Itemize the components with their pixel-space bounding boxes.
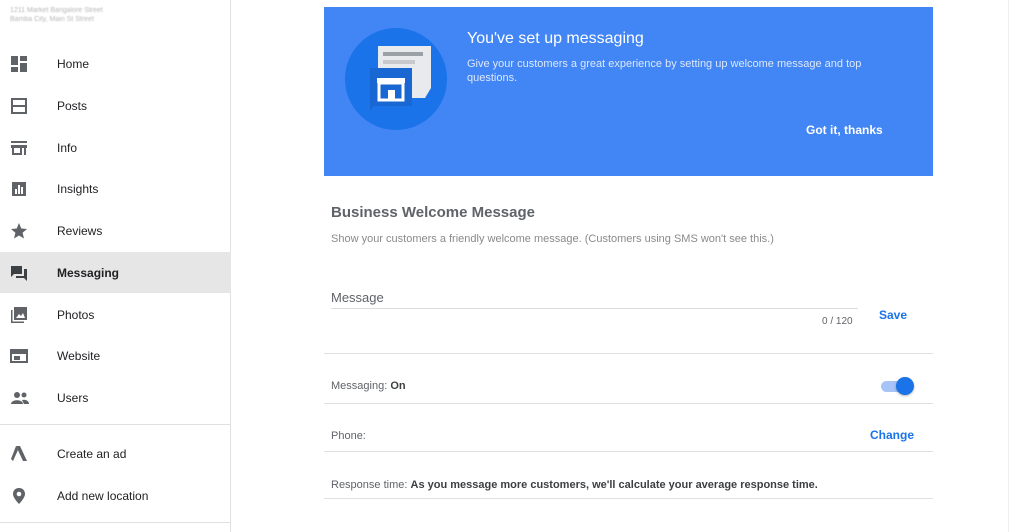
star-icon [10, 222, 28, 240]
sidebar-item-label: Users [57, 390, 89, 405]
sidebar-item-insights[interactable]: Insights [0, 168, 231, 209]
row-divider [324, 498, 933, 499]
users-icon [10, 389, 29, 407]
sidebar-item-photos[interactable]: Photos [0, 294, 231, 335]
photos-icon [10, 306, 28, 324]
messaging-illustration-icon [345, 28, 447, 130]
response-time-label: Response time: [331, 479, 408, 491]
posts-icon [10, 97, 28, 115]
dashboard-icon [10, 55, 28, 73]
sidebar-item-label: Posts [57, 98, 88, 113]
sidebar-item-label: Add new location [57, 488, 149, 503]
insights-icon [10, 180, 28, 198]
phone-label: Phone: [331, 430, 366, 442]
messaging-label: Messaging: [331, 380, 388, 392]
row-divider [324, 353, 933, 354]
sidebar-item-label: Reviews [57, 223, 103, 238]
got-it-button[interactable]: Got it, thanks [806, 123, 883, 137]
setup-banner: You've set up messaging Give your custom… [324, 7, 933, 176]
save-button[interactable]: Save [879, 308, 907, 322]
message-input[interactable] [331, 308, 858, 309]
messaging-status: Messaging: On [331, 380, 406, 392]
sidebar-item-users[interactable]: Users [0, 377, 231, 418]
message-field-label[interactable]: Message [331, 290, 384, 305]
banner-title: You've set up messaging [467, 30, 644, 47]
sidebar-item-home[interactable]: Home [0, 43, 231, 84]
banner-subtitle: Give your customers a great experience b… [467, 58, 862, 84]
sidebar-divider [0, 522, 231, 523]
sidebar-item-info[interactable]: Info [0, 127, 231, 168]
sidebar-item-website[interactable]: Website [0, 335, 231, 376]
section-title: Business Welcome Message [331, 204, 535, 221]
section-description: Show your customers a friendly welcome m… [331, 233, 774, 245]
page-edge-divider [1008, 0, 1009, 532]
sidebar-item-label: Messaging [57, 265, 120, 280]
sidebar-item-reviews[interactable]: Reviews [0, 210, 231, 251]
website-icon [10, 347, 28, 365]
character-counter: 0 / 120 [822, 316, 853, 327]
row-divider [324, 451, 933, 452]
messaging-value: On [390, 380, 406, 392]
sidebar-item-posts[interactable]: Posts [0, 85, 231, 126]
toggle-knob [896, 377, 914, 395]
response-time-value: As you message more customers, we'll cal… [410, 479, 818, 491]
messaging-icon [10, 264, 28, 282]
location-pin-icon [10, 487, 28, 505]
business-address: Bamba City, Main St Street [10, 16, 94, 23]
sidebar-item-add-location[interactable]: Add new location [0, 475, 231, 516]
sidebar-item-create-ad[interactable]: Create an ad [0, 433, 231, 474]
response-time: Response time: As you message more custo… [331, 479, 818, 491]
change-phone-button[interactable]: Change [870, 428, 914, 442]
ads-icon [10, 445, 28, 463]
business-info: 1211 Market Bangalore Street Bamba City,… [10, 6, 210, 24]
business-name: 1211 Market Bangalore Street [10, 7, 103, 14]
row-divider [324, 403, 933, 404]
sidebar-item-messaging[interactable]: Messaging [0, 252, 231, 293]
sidebar-item-label: Info [57, 140, 78, 155]
sidebar: 1211 Market Bangalore Street Bamba City,… [0, 0, 231, 532]
sidebar-item-label: Home [57, 56, 90, 71]
store-icon [10, 139, 28, 157]
messaging-toggle[interactable] [880, 377, 914, 396]
sidebar-item-label: Insights [57, 181, 99, 196]
sidebar-item-label: Website [57, 348, 101, 363]
sidebar-divider [0, 424, 231, 425]
sidebar-item-label: Create an ad [57, 446, 127, 461]
sidebar-item-label: Photos [57, 307, 95, 322]
